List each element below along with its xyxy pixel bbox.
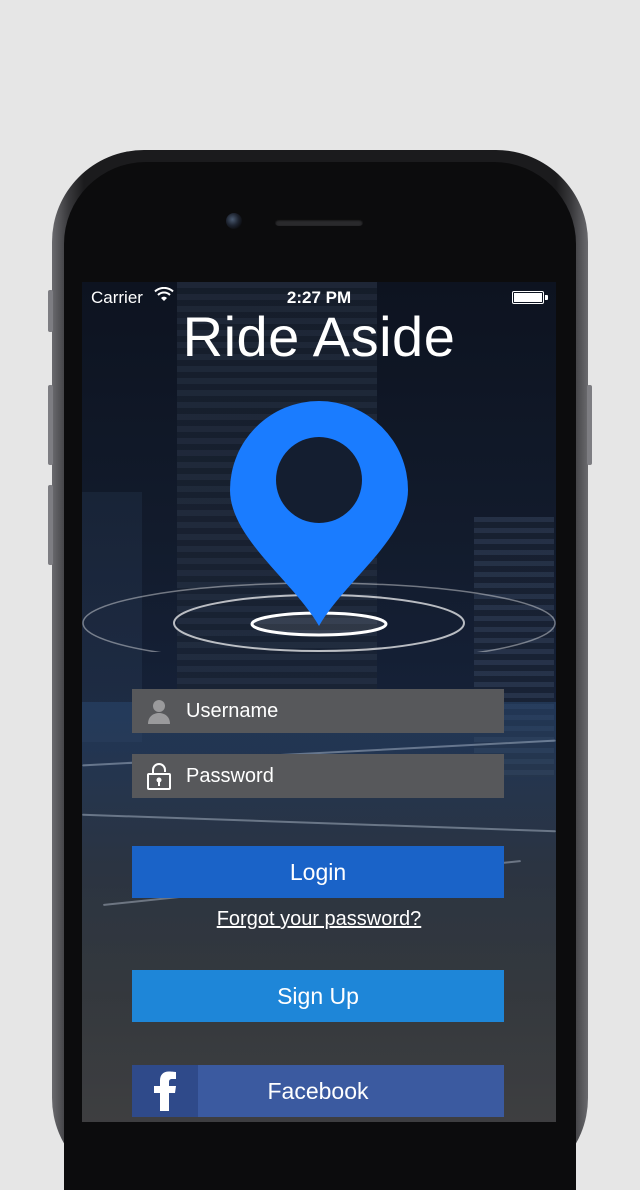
password-placeholder: Password (186, 764, 274, 787)
mute-switch (48, 290, 53, 332)
battery-icon (512, 291, 544, 304)
forgot-password-link[interactable]: Forgot your password? (82, 908, 556, 931)
username-placeholder: Username (186, 699, 279, 722)
app-title: Ride Aside (182, 305, 456, 368)
earpiece-speaker (275, 219, 363, 226)
user-icon (132, 698, 186, 724)
front-camera (226, 213, 242, 229)
app-screen: Carrier 2:27 PM Ride Aside Username Pass… (82, 282, 556, 1122)
battery-tip (545, 295, 548, 300)
facebook-login-button[interactable]: Facebook (132, 1065, 504, 1117)
facebook-icon (132, 1065, 198, 1117)
volume-up-button (48, 385, 53, 465)
volume-down-button (48, 485, 53, 565)
lock-icon (132, 762, 186, 790)
password-field[interactable]: Password (132, 754, 504, 798)
power-button (587, 385, 592, 465)
facebook-label: Facebook (267, 1077, 369, 1104)
login-button[interactable]: Login (132, 846, 504, 898)
username-field[interactable]: Username (132, 689, 504, 733)
sign-up-button[interactable]: Sign Up (132, 970, 504, 1022)
map-pin-icon (82, 401, 556, 652)
